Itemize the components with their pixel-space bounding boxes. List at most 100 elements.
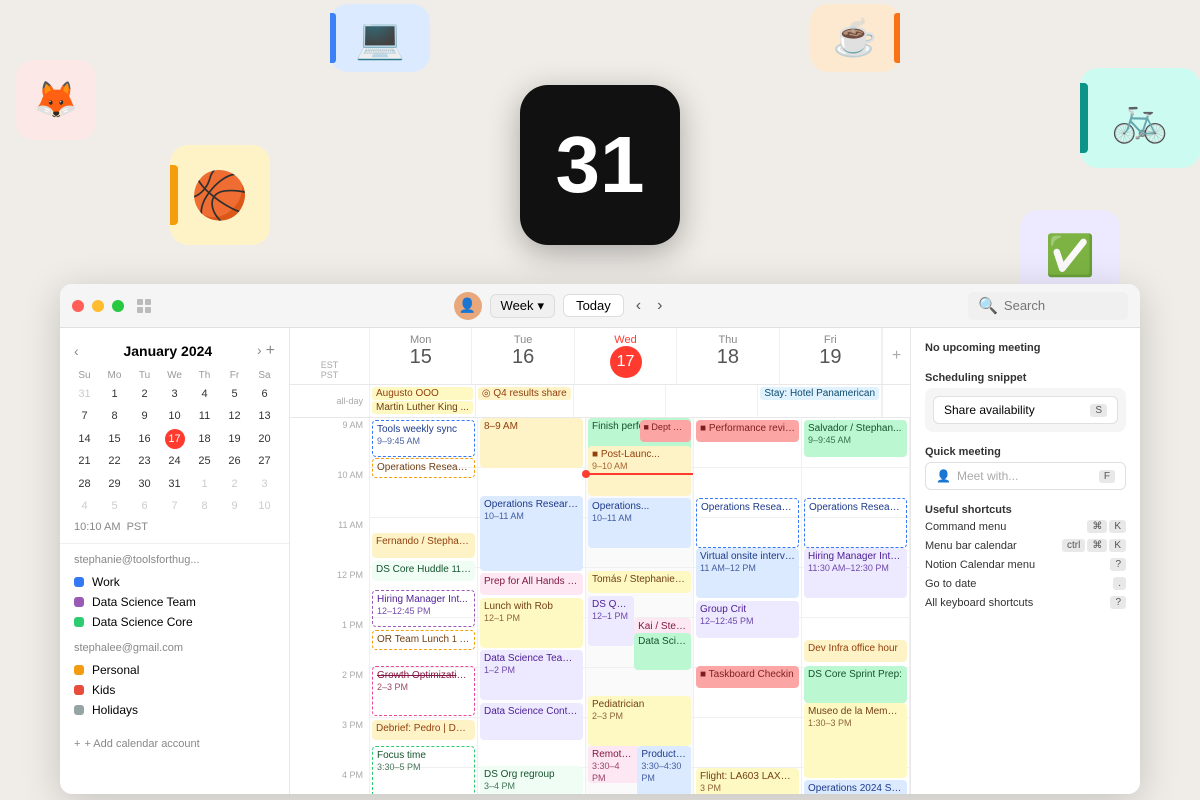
mini-cal-add[interactable]: + xyxy=(266,342,275,360)
mini-day[interactable]: 11 xyxy=(190,406,219,427)
event-museo[interactable]: Museo de la Memoria 1:30–3 PM xyxy=(804,703,907,778)
mini-day[interactable]: 29 xyxy=(100,474,129,495)
event-post-launch[interactable]: ■ Post-Launc... 9–10 AM xyxy=(588,446,691,496)
day-col-wed17[interactable]: Finish performance ... ■ Dept Heads Upda… xyxy=(586,418,694,794)
event-ds-contractor[interactable]: Data Science Contractor Intake: ... xyxy=(480,703,583,740)
mini-day[interactable]: 10 xyxy=(250,496,279,517)
cal-item-ds-core[interactable]: Data Science Core xyxy=(74,612,275,632)
day-header-thu18[interactable]: Thu 18 xyxy=(677,328,779,384)
allday-event[interactable]: ◎ Q4 results share xyxy=(478,387,571,400)
event-tools-weekly[interactable]: Tools weekly sync 9–9:45 AM xyxy=(372,420,475,457)
allday-event[interactable]: Augusto OOO xyxy=(372,387,473,400)
cal-item-work[interactable]: Work xyxy=(74,572,275,592)
mini-day[interactable]: 1 xyxy=(190,474,219,495)
mini-day[interactable]: 1 xyxy=(100,384,129,405)
day-header-fri19[interactable]: Fri 19 xyxy=(780,328,882,384)
mini-day[interactable]: 3 xyxy=(160,384,189,405)
share-availability-button[interactable]: Share availability S xyxy=(933,396,1118,424)
today-button[interactable]: Today xyxy=(563,294,624,317)
search-box[interactable]: 🔍 xyxy=(968,292,1128,320)
mini-day[interactable]: 31 xyxy=(160,474,189,495)
day-col-fri19[interactable]: Salvador / Stephan... 9–9:45 AM Operatio… xyxy=(802,418,910,794)
event-hiring-mgr[interactable]: Hiring Manager Int... 12–12:45 PM xyxy=(372,590,475,627)
mini-day[interactable]: 5 xyxy=(220,384,249,405)
allday-event[interactable]: Martin Luther King ... xyxy=(372,401,473,414)
mini-day[interactable]: 19 xyxy=(220,429,249,450)
event-ds-quarterly[interactable]: DS Quarterly Outreach 12–1 PM xyxy=(588,596,634,646)
event-product-mktg[interactable]: Product Marketing ... 3:30–4:30 PM xyxy=(637,746,691,794)
maximize-button[interactable] xyxy=(112,300,124,312)
search-input[interactable] xyxy=(1004,298,1118,313)
event-flight[interactable]: Flight: LA603 LAX→SCL 3 PM xyxy=(696,768,799,794)
mini-day[interactable]: 4 xyxy=(70,496,99,517)
event-or-team-lunch[interactable]: OR Team Lunch 1 PM xyxy=(372,630,475,650)
mini-day[interactable]: 5 xyxy=(100,496,129,517)
event-8to9[interactable]: 8–9 AM xyxy=(480,418,583,468)
mini-day[interactable]: 21 xyxy=(70,451,99,472)
time-grid[interactable]: 9 AM 10 AM 11 AM 12 PM 1 PM 2 PM 3 PM 4 … xyxy=(290,418,910,794)
mini-day[interactable]: 25 xyxy=(190,451,219,472)
mini-day[interactable]: 7 xyxy=(70,406,99,427)
cal-item-ds-team[interactable]: Data Science Team xyxy=(74,592,275,612)
event-dept-heads[interactable]: ■ Dept Heads Upda... xyxy=(640,420,692,442)
mini-day[interactable]: 6 xyxy=(250,384,279,405)
mini-day[interactable]: 3 xyxy=(250,474,279,495)
day-col-thu18[interactable]: ■ Performance review talks Operations Re… xyxy=(694,418,802,794)
mini-day[interactable]: 2 xyxy=(220,474,249,495)
cal-item-kids[interactable]: Kids xyxy=(74,680,275,700)
next-button[interactable]: › xyxy=(653,295,666,317)
event-data-scien[interactable]: Data Scien... xyxy=(634,633,691,670)
mini-day[interactable]: 22 xyxy=(100,451,129,472)
event-growth-opt[interactable]: Growth Optimization Weekly 2–3 PM xyxy=(372,666,475,716)
mini-day[interactable]: 18 xyxy=(190,429,219,450)
mini-cal-next[interactable]: › xyxy=(257,342,262,360)
day-header-wed17[interactable]: Wed 17 xyxy=(575,328,677,384)
mini-day[interactable]: 15 xyxy=(100,429,129,450)
mini-day[interactable]: 2 xyxy=(130,384,159,405)
mini-day[interactable]: 26 xyxy=(220,451,249,472)
mini-day[interactable]: 7 xyxy=(160,496,189,517)
day-header-tue16[interactable]: Tue 16 xyxy=(472,328,574,384)
event-lunch-rob[interactable]: Lunch with Rob 12–1 PM xyxy=(480,598,583,648)
mini-cal-prev[interactable]: ‹ xyxy=(74,343,79,359)
mini-day-today[interactable]: 17 xyxy=(165,429,185,449)
event-ops-wed[interactable]: Operations... 10–11 AM xyxy=(588,498,691,548)
mini-day[interactable]: 8 xyxy=(100,406,129,427)
event-prep-all-hands[interactable]: Prep for All Hands 1... xyxy=(480,573,583,595)
prev-button[interactable]: ‹ xyxy=(632,295,645,317)
event-ops-research-fri[interactable]: Operations Research : xyxy=(804,498,907,548)
day-col-mon15[interactable]: Tools weekly sync 9–9:45 AM Operations R… xyxy=(370,418,478,794)
event-focus-time[interactable]: Focus time 3:30–5 PM xyxy=(372,746,475,794)
avatar-button[interactable]: 👤 xyxy=(454,292,482,320)
mini-day[interactable]: 13 xyxy=(250,406,279,427)
mini-day[interactable]: 9 xyxy=(130,406,159,427)
mini-day[interactable]: 24 xyxy=(160,451,189,472)
mini-day[interactable]: 27 xyxy=(250,451,279,472)
mini-day[interactable]: 28 xyxy=(70,474,99,495)
event-ds-core-sprint[interactable]: DS Core Sprint Prep: xyxy=(804,666,907,703)
day-header-mon15[interactable]: Mon 15 xyxy=(370,328,472,384)
cal-item-holidays[interactable]: Holidays xyxy=(74,700,275,720)
event-tomas[interactable]: Tomás / Stephanie (6v xyxy=(588,571,691,593)
event-ds-core-huddle[interactable]: DS Core Huddle 11 AM xyxy=(372,561,475,581)
mini-day[interactable]: 12 xyxy=(220,406,249,427)
mini-day[interactable]: 20 xyxy=(250,429,279,450)
event-perf-review[interactable]: ■ Performance review talks xyxy=(696,420,799,442)
event-virtual-onsite[interactable]: Virtual onsite interview: Pedro ... 11 A… xyxy=(696,548,799,598)
event-hiring-mgr-interview[interactable]: Hiring Manager Interview: Gui ... 11:30 … xyxy=(804,548,907,598)
event-fernando[interactable]: Fernando / Stephanie xyxy=(372,533,475,558)
minimize-button[interactable] xyxy=(92,300,104,312)
cal-item-personal[interactable]: Personal xyxy=(74,660,275,680)
event-ds-org-regroup[interactable]: DS Org regroup 3–4 PM xyxy=(480,766,583,794)
event-ops-sprint[interactable]: Operations 2024 Sprint Planning 3–5 PM xyxy=(804,780,907,794)
event-taskboard[interactable]: ■ Taskboard Checkin xyxy=(696,666,799,688)
week-view-button[interactable]: Week ▾ xyxy=(490,294,556,318)
event-salvador-stephan[interactable]: Salvador / Stephan... 9–9:45 AM xyxy=(804,420,907,457)
event-ops-liam[interactable]: Operations Research : Liam / Stephanie w… xyxy=(696,498,799,548)
day-col-tue16[interactable]: 8–9 AM Operations Research : John:Stepha… xyxy=(478,418,586,794)
event-ops-research-coffee[interactable]: Operations Research : John:Stephanie Cof… xyxy=(480,496,583,571)
mini-day[interactable]: 23 xyxy=(130,451,159,472)
mini-day[interactable]: 4 xyxy=(190,384,219,405)
mini-day[interactable]: 9 xyxy=(220,496,249,517)
add-calendar-account[interactable]: + + Add calendar account xyxy=(60,730,289,750)
